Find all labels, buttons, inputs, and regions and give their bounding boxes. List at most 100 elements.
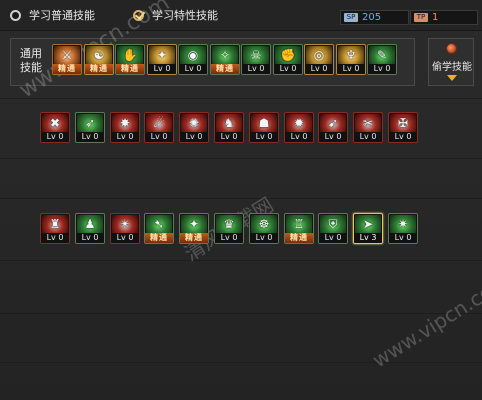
skill-glyph: ✸ [119,116,131,130]
skill-level-label: Lv 0 [389,132,417,142]
skill-glyph: ♟ [84,217,96,231]
skill-level-label: 精通 [85,64,113,74]
watermark-text: www.vipcn.com [368,269,482,373]
general-skill-slot[interactable]: ✊ Lv 0 [273,44,303,75]
skill-level-label: Lv 0 [389,233,417,243]
skill-glyph: ✠ [397,116,409,130]
skill-window: 学习普通技能 学习特性技能 SP 205 TP 1 通用 技能 偷学技能 www… [0,0,482,400]
learn-normal-skills-option[interactable]: 学习普通技能 [10,7,95,23]
skill-glyph: ♆ [345,48,357,62]
general-skill-slot[interactable]: ◉ Lv 0 [178,44,208,75]
skill-glyph: ☄ [153,116,165,130]
steal-skill-icon [446,43,457,54]
general-skill-slot[interactable]: ⚔ 精通 [52,44,82,75]
skill-glyph: ✴ [119,217,131,231]
skill-level-label: 精通 [145,233,173,243]
general-skill-slot[interactable]: ✧ 精通 [210,44,240,75]
skill-glyph: ✦ [188,217,200,231]
skill-glyph: ✦ [156,48,168,62]
skill-level-label: 精通 [211,64,239,74]
general-skill-slot[interactable]: ☠ Lv 0 [241,44,271,75]
skill-level-label: Lv 0 [215,132,243,142]
skill-glyph: ✖ [49,116,61,130]
skill-glyph: ☯ [93,48,105,62]
skill-slot[interactable]: ♟ Lv 0 [75,213,105,244]
skill-slot[interactable]: ✸ Lv 0 [110,112,140,143]
skill-level-label: Lv 0 [41,233,69,243]
skill-level-label: Lv 0 [41,132,69,142]
skill-glyph: ⛨ [328,217,338,231]
row-divider [0,362,482,363]
dropdown-arrow-icon [447,75,457,81]
skill-glyph: ✺ [188,116,200,130]
skill-slot[interactable]: ➹ Lv 0 [318,112,348,143]
skill-slot[interactable]: ✴ Lv 0 [110,213,140,244]
skill-slot[interactable]: ✦ 精通 [179,213,209,244]
skill-level-label: Lv 0 [305,64,333,74]
skill-glyph: ♖ [293,217,305,231]
skill-slot[interactable]: ✠ Lv 0 [388,112,418,143]
skill-level-label: Lv 0 [337,64,365,74]
general-skill-slot[interactable]: ♆ Lv 0 [336,44,366,75]
skill-glyph: ➷ [153,217,165,231]
skill-slot[interactable]: ☄ Lv 0 [144,112,174,143]
skill-glyph: ♛ [223,217,235,231]
radio-unchecked-icon [10,9,21,21]
skill-slot[interactable]: ♞ Lv 0 [214,112,244,143]
skill-glyph: ✷ [397,217,409,231]
skill-slot[interactable]: ✂ Lv 0 [353,112,383,143]
row-divider [0,313,482,314]
skill-level-label: Lv 0 [285,132,313,142]
row-divider [0,98,482,99]
skill-glyph: ◎ [313,48,325,62]
general-skill-slot[interactable]: ✎ Lv 0 [367,44,397,75]
top-bar: 学习普通技能 学习特性技能 SP 205 TP 1 [0,0,482,31]
skill-level-label: Lv 0 [111,132,139,142]
general-skill-slot[interactable]: ☯ 精通 [84,44,114,75]
general-skill-slot[interactable]: ✋ 精通 [115,44,145,75]
skill-slot[interactable]: ✖ Lv 0 [40,112,70,143]
skill-glyph: ♜ [49,217,61,231]
tp-value: 1 [432,12,439,23]
skill-glyph: ⚔ [61,48,73,62]
skill-glyph: ✋ [122,48,138,62]
skill-slot[interactable]: ♖ 精通 [284,213,314,244]
skill-glyph: ✹ [293,116,305,130]
learn-normal-skills-label: 学习普通技能 [29,9,95,22]
skill-slot[interactable]: ♜ Lv 0 [40,213,70,244]
learn-special-skills-option[interactable]: 学习特性技能 [133,7,218,23]
skill-slot[interactable]: ✷ Lv 0 [388,213,418,244]
skill-slot[interactable]: ♛ Lv 0 [214,213,244,244]
skill-level-label: Lv 0 [180,132,208,142]
skill-glyph: ✂ [362,116,374,130]
skill-slot[interactable]: ➶ Lv 0 [75,112,105,143]
general-skill-slot[interactable]: ✦ Lv 0 [147,44,177,75]
skill-level-label: 精通 [180,233,208,243]
skill-level-label: Lv 0 [179,64,207,74]
skill-glyph: ➶ [84,116,96,130]
row-divider [0,198,482,199]
skill-glyph: ✧ [219,48,231,62]
skill-level-label: Lv 3 [354,233,382,243]
skill-slot[interactable]: ✹ Lv 0 [284,112,314,143]
skill-level-label: Lv 0 [319,233,347,243]
skill-level-label: Lv 0 [76,233,104,243]
steal-skill-label: 偷学技能 [432,62,472,73]
skill-slot[interactable]: ✺ Lv 0 [179,112,209,143]
steal-skill-button[interactable]: 偷学技能 [428,38,474,86]
skill-glyph: ✎ [376,48,388,62]
skill-slot[interactable]: ☸ Lv 0 [249,213,279,244]
skill-level-label: Lv 0 [250,132,278,142]
skill-slot[interactable]: ⛨ Lv 0 [318,213,348,244]
skill-level-label: Lv 0 [368,64,396,74]
radio-checked-icon [133,9,144,21]
skill-level-label: Lv 0 [148,64,176,74]
general-skill-slot[interactable]: ◎ Lv 0 [304,44,334,75]
skill-slot[interactable]: ➤ Lv 3 [353,213,383,244]
skill-slot[interactable]: ☗ Lv 0 [249,112,279,143]
skill-glyph: ◉ [187,48,199,62]
tp-counter: TP 1 [410,10,478,25]
skill-slot[interactable]: ➷ 精通 [144,213,174,244]
sp-counter: SP 205 [340,10,409,25]
general-skills-label-line: 技能 [20,61,42,74]
